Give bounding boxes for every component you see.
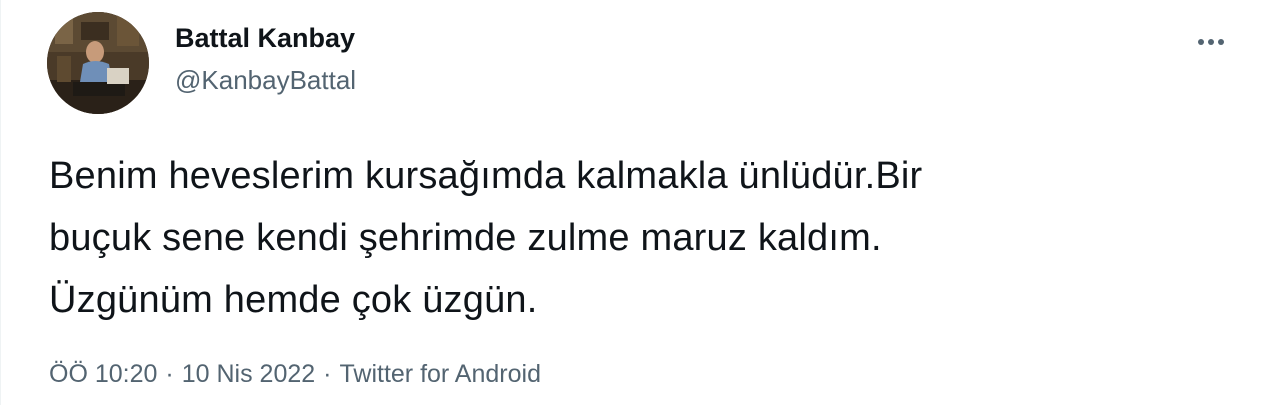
tweet-time[interactable]: ÖÖ 10:20 [49, 358, 157, 390]
tweet-card: Battal Kanbay @KanbayBattal Benim hevesl… [0, 0, 1280, 405]
tweet-text-line: Benim heveslerim kursağımda kalmakla ünl… [49, 155, 923, 197]
author-display-name[interactable]: Battal Kanbay [175, 20, 356, 56]
avatar-photo [47, 12, 149, 114]
tweet-source[interactable]: Twitter for Android [340, 358, 541, 390]
tweet-text: Benim heveslerim kursağımda kalmakla ünl… [49, 145, 1229, 331]
author-handle[interactable]: @KanbayBattal [175, 64, 356, 96]
author-info: Battal Kanbay @KanbayBattal [175, 20, 356, 96]
tweet-text-line: Üzgünüm hemde çok üzgün. [49, 279, 538, 321]
meta-separator: · [323, 360, 332, 388]
avatar[interactable] [47, 12, 149, 114]
tweet-meta: ÖÖ 10:20 · 10 Nis 2022 · Twitter for Android [49, 358, 541, 390]
tweet-text-line: buçuk sene kendi şehrimde zulme maruz ka… [49, 217, 882, 259]
meta-separator: · [165, 360, 174, 388]
more-horizontal-icon [1198, 39, 1224, 45]
more-options-button[interactable] [1183, 22, 1239, 62]
tweet-date[interactable]: 10 Nis 2022 [182, 358, 315, 390]
